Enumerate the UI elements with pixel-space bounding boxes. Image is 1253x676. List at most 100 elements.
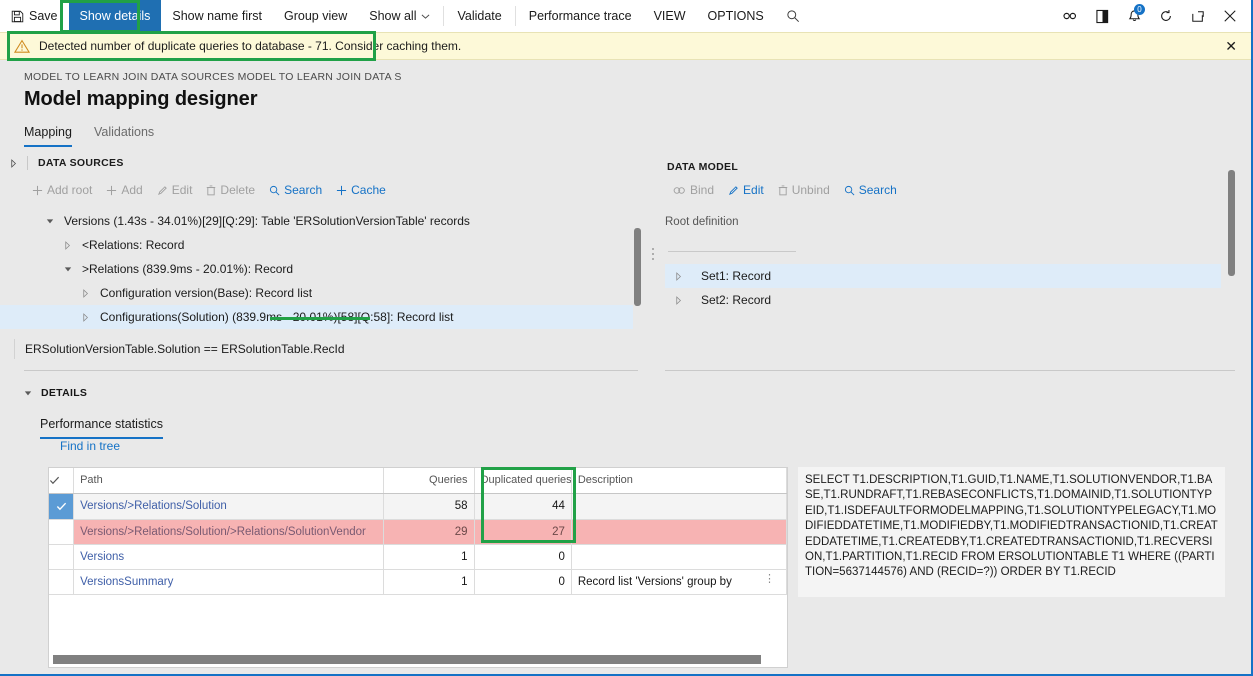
search-icon bbox=[269, 185, 280, 196]
notification-badge: 0 bbox=[1134, 4, 1145, 15]
caret-down-icon[interactable] bbox=[46, 217, 64, 225]
row-description: Record list 'Versions' group by bbox=[571, 569, 786, 594]
details-header[interactable]: DETAILS bbox=[24, 387, 1251, 399]
options-menu[interactable]: OPTIONS bbox=[697, 0, 775, 32]
row-description bbox=[571, 519, 786, 544]
model-node-set2[interactable]: Set2: Record bbox=[665, 288, 1221, 312]
caret-right-icon[interactable] bbox=[675, 296, 693, 305]
grid-horizontal-scrollbar[interactable] bbox=[53, 655, 761, 664]
unbind-button[interactable]: Unbind bbox=[778, 183, 830, 197]
pane-splitter-handle[interactable] bbox=[651, 248, 655, 260]
validate-button[interactable]: Validate bbox=[446, 0, 512, 32]
find-in-tree-link[interactable]: Find in tree bbox=[60, 439, 120, 453]
page-tabs: Mapping Validations bbox=[24, 125, 1251, 147]
warning-triangle-icon bbox=[14, 39, 30, 54]
trash-icon bbox=[778, 185, 788, 196]
row-checkbox[interactable] bbox=[49, 569, 74, 594]
popout-icon[interactable] bbox=[1183, 0, 1213, 32]
search-button[interactable] bbox=[775, 0, 811, 32]
row-duplicated-queries: 0 bbox=[474, 544, 571, 569]
row-path[interactable]: Versions/>Relations/Solution bbox=[74, 493, 384, 519]
data-model-scrollbar[interactable] bbox=[1228, 170, 1235, 276]
tab-mapping[interactable]: Mapping bbox=[24, 125, 72, 147]
save-button[interactable]: Save bbox=[0, 0, 69, 32]
chevron-right-icon[interactable] bbox=[10, 159, 17, 168]
kebab-menu-icon[interactable]: ⋮ bbox=[764, 578, 775, 581]
close-icon[interactable] bbox=[1215, 0, 1245, 32]
tree-node-configuration-version-base[interactable]: Configuration version(Base): Record list bbox=[0, 281, 633, 305]
column-header-duplicated-queries[interactable]: Duplicated queries bbox=[474, 468, 571, 493]
tree-node-relations-in[interactable]: <Relations: Record bbox=[0, 233, 633, 257]
view-menu-label: VIEW bbox=[654, 9, 686, 23]
plus-icon bbox=[106, 185, 117, 196]
model-node-set2-label: Set2: Record bbox=[693, 293, 771, 307]
data-sources-header[interactable]: DATA SOURCES bbox=[0, 153, 633, 173]
view-menu[interactable]: VIEW bbox=[643, 0, 697, 32]
caret-right-icon[interactable] bbox=[64, 241, 82, 250]
select-all-checkbox[interactable] bbox=[49, 468, 74, 493]
data-sources-tree: Versions (1.43s - 34.01%)[29][Q:29]: Tab… bbox=[0, 205, 633, 329]
chevron-down-icon bbox=[421, 12, 430, 21]
row-checkbox[interactable] bbox=[49, 544, 74, 569]
caret-down-icon[interactable] bbox=[24, 389, 32, 397]
table-row[interactable]: Versions/>Relations/Solution/>Relations/… bbox=[49, 519, 787, 544]
row-path[interactable]: VersionsSummary bbox=[74, 569, 384, 594]
tab-validations[interactable]: Validations bbox=[94, 125, 154, 147]
show-details-button[interactable]: Show details bbox=[69, 0, 162, 32]
data-sources-pane: DATA SOURCES Add root Add Edit Delete bbox=[0, 153, 633, 381]
data-sources-title: DATA SOURCES bbox=[38, 157, 124, 169]
model-node-set1-label: Set1: Record bbox=[693, 269, 771, 283]
tab-performance-statistics[interactable]: Performance statistics bbox=[40, 417, 163, 439]
show-name-first-button[interactable]: Show name first bbox=[161, 0, 273, 32]
data-model-toolbar: Bind Edit Unbind Search bbox=[665, 173, 1235, 197]
page-header: MODEL TO LEARN JOIN DATA SOURCES MODEL T… bbox=[0, 60, 1251, 147]
main-split: DATA SOURCES Add root Add Edit Delete bbox=[0, 153, 1251, 381]
show-all-dropdown[interactable]: Show all bbox=[358, 0, 441, 32]
book-pane-icon[interactable] bbox=[1087, 0, 1117, 32]
caret-down-icon[interactable] bbox=[64, 265, 82, 273]
page-title: Model mapping designer bbox=[24, 88, 1251, 111]
bind-button[interactable]: Bind bbox=[673, 183, 714, 197]
column-header-path[interactable]: Path bbox=[74, 468, 384, 493]
refresh-icon[interactable] bbox=[1151, 0, 1181, 32]
performance-trace-button[interactable]: Performance trace bbox=[518, 0, 643, 32]
notification-bell-icon[interactable]: 0 bbox=[1119, 0, 1149, 32]
tree-node-relations-out[interactable]: >Relations (839.9ms - 20.01%): Record bbox=[0, 257, 633, 281]
caret-right-icon[interactable] bbox=[675, 272, 693, 281]
link-chain-icon[interactable] bbox=[1055, 0, 1085, 32]
row-description bbox=[571, 493, 786, 519]
command-separator-2 bbox=[515, 6, 516, 26]
add-root-button[interactable]: Add root bbox=[32, 183, 92, 197]
model-node-set1[interactable]: Set1: Record bbox=[665, 264, 1221, 288]
group-view-button[interactable]: Group view bbox=[273, 0, 358, 32]
delete-button[interactable]: Delete bbox=[206, 183, 255, 197]
caret-right-icon[interactable] bbox=[82, 289, 100, 298]
cache-button[interactable]: Cache bbox=[336, 183, 386, 197]
root-definition-label: Root definition bbox=[665, 197, 1235, 228]
row-duplicated-queries: 44 bbox=[474, 493, 571, 519]
row-path[interactable]: Versions bbox=[74, 544, 384, 569]
column-header-description[interactable]: Description bbox=[571, 468, 786, 493]
column-header-queries[interactable]: Queries bbox=[384, 468, 474, 493]
edit-button[interactable]: Edit bbox=[157, 183, 193, 197]
search-datasources-button[interactable]: Search bbox=[269, 183, 322, 197]
table-row[interactable]: Versions 1 0 bbox=[49, 544, 787, 569]
table-row[interactable]: VersionsSummary 1 0 Record list 'Version… bbox=[49, 569, 787, 594]
edit-model-button[interactable]: Edit bbox=[728, 183, 764, 197]
row-checkbox-selected[interactable] bbox=[49, 493, 74, 519]
message-close-icon[interactable]: ✕ bbox=[1219, 39, 1243, 53]
tree-node-versions[interactable]: Versions (1.43s - 34.01%)[29][Q:29]: Tab… bbox=[0, 209, 633, 233]
add-button[interactable]: Add bbox=[106, 183, 142, 197]
table-row[interactable]: Versions/>Relations/Solution 58 44 bbox=[49, 493, 787, 519]
caret-right-icon[interactable] bbox=[82, 313, 100, 322]
relation-expression: ERSolutionVersionTable.Solution == ERSol… bbox=[14, 339, 633, 359]
data-sources-scrollbar[interactable] bbox=[634, 228, 641, 306]
show-name-first-label: Show name first bbox=[172, 9, 262, 23]
table-header-row: Path Queries Duplicated queries Descript… bbox=[49, 468, 787, 493]
tree-node-configuration-version-base-label: Configuration version(Base): Record list bbox=[82, 286, 312, 300]
row-checkbox[interactable] bbox=[49, 519, 74, 544]
row-queries: 1 bbox=[384, 569, 474, 594]
row-path[interactable]: Versions/>Relations/Solution/>Relations/… bbox=[74, 519, 384, 544]
bind-icon bbox=[673, 185, 686, 196]
search-model-button[interactable]: Search bbox=[844, 183, 897, 197]
